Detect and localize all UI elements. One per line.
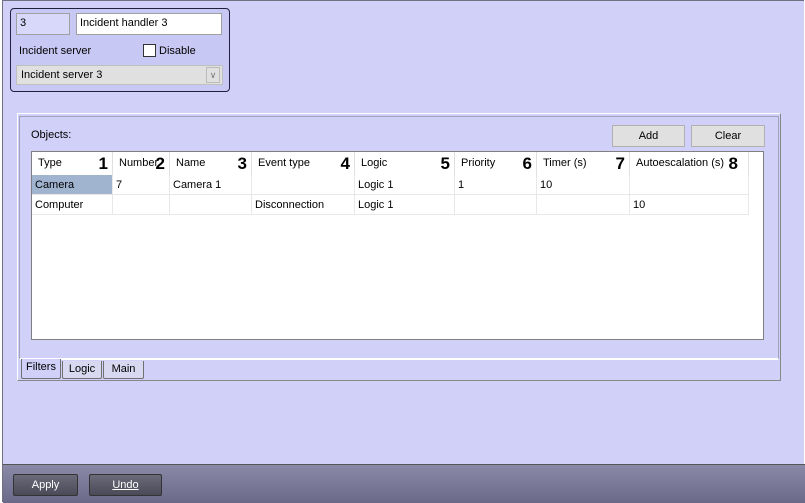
settings-window: 3 Incident handler 3 Incident server Dis… [2, 0, 805, 503]
column-header-label: Timer (s) [543, 157, 587, 169]
id-field[interactable]: 3 [16, 13, 70, 35]
table-cell[interactable] [252, 175, 355, 195]
table-cell[interactable]: 10 [537, 175, 630, 195]
handler-group: 3 Incident handler 3 Incident server Dis… [10, 8, 230, 92]
column-marker: 6 [522, 154, 532, 173]
footer-bar: Apply Undo [3, 464, 805, 503]
column-marker: 2 [155, 154, 165, 173]
column-header-label: Name [176, 157, 206, 169]
disable-checkbox[interactable] [143, 44, 156, 57]
column-header-label: Event type [258, 157, 310, 169]
column-header[interactable]: Event type 4 [252, 152, 355, 175]
column-header-label: Autoescalation (s) [636, 157, 725, 169]
table-cell[interactable] [630, 175, 749, 195]
incident-server-value: Incident server 3 [21, 69, 103, 81]
column-marker: 1 [98, 154, 108, 173]
table-cell[interactable]: Camera 1 [170, 175, 252, 195]
column-header[interactable]: Autoescalation (s) 8 [630, 152, 749, 175]
column-header[interactable]: Number 2 [113, 152, 170, 175]
chevron-down-icon[interactable]: ∨ [206, 67, 220, 83]
column-marker: 8 [728, 154, 738, 173]
column-header-label: Logic [361, 157, 388, 169]
tab-filters[interactable]: Filters [21, 359, 61, 379]
table-cell[interactable]: Disconnection [252, 195, 355, 215]
disable-label: Disable [159, 45, 196, 57]
column-header[interactable]: Timer (s) 7 [537, 152, 630, 175]
apply-button[interactable]: Apply [13, 474, 78, 496]
column-header-label: Number [119, 157, 159, 169]
undo-button[interactable]: Undo [89, 474, 162, 496]
table-cell[interactable] [113, 195, 170, 215]
table-cell[interactable] [170, 195, 252, 215]
column-header[interactable]: Type 1 [32, 152, 113, 175]
table-cell[interactable] [455, 195, 537, 215]
table-cell[interactable]: Logic 1 [355, 175, 455, 195]
table-cell[interactable]: Camera [32, 175, 113, 195]
table-cell[interactable] [537, 195, 630, 215]
table-cell[interactable]: 1 [455, 175, 537, 195]
clear-button[interactable]: Clear [691, 125, 765, 147]
column-marker: 7 [615, 154, 625, 173]
table-cell[interactable]: 10 [630, 195, 749, 215]
objects-label: Objects: [31, 129, 72, 141]
incident-server-select[interactable]: Incident server 3 ∨ [16, 65, 223, 85]
column-header-label: Type [38, 157, 62, 169]
column-marker: 3 [237, 154, 247, 173]
column-marker: 4 [340, 154, 350, 173]
tab-main[interactable]: Main [103, 361, 144, 379]
column-header[interactable]: Logic 5 [355, 152, 455, 175]
table-cell[interactable]: 7 [113, 175, 170, 195]
tab-logic[interactable]: Logic [62, 361, 102, 379]
objects-table[interactable]: Type 1 Number 2 Name 3 Event type 4 Logic 5 Priori… [31, 151, 764, 340]
column-header[interactable]: Priority 6 [455, 152, 537, 175]
incident-server-label: Incident server [19, 45, 92, 57]
column-header-label: Priority [461, 157, 496, 169]
table-cell[interactable]: Computer [32, 195, 113, 215]
column-header[interactable]: Name 3 [170, 152, 252, 175]
name-field[interactable]: Incident handler 3 [76, 13, 222, 35]
add-button[interactable]: Add [612, 125, 685, 147]
table-cell[interactable]: Logic 1 [355, 195, 455, 215]
column-marker: 5 [440, 154, 450, 173]
